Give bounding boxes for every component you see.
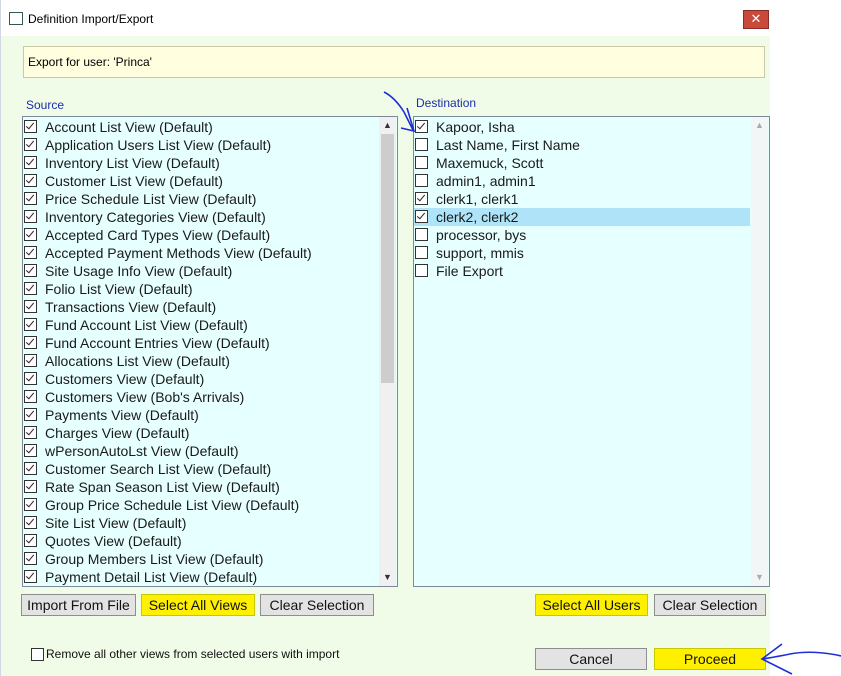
annotation-arrow-proceed [761, 651, 841, 660]
annotation-overlay [383, 91, 841, 675]
